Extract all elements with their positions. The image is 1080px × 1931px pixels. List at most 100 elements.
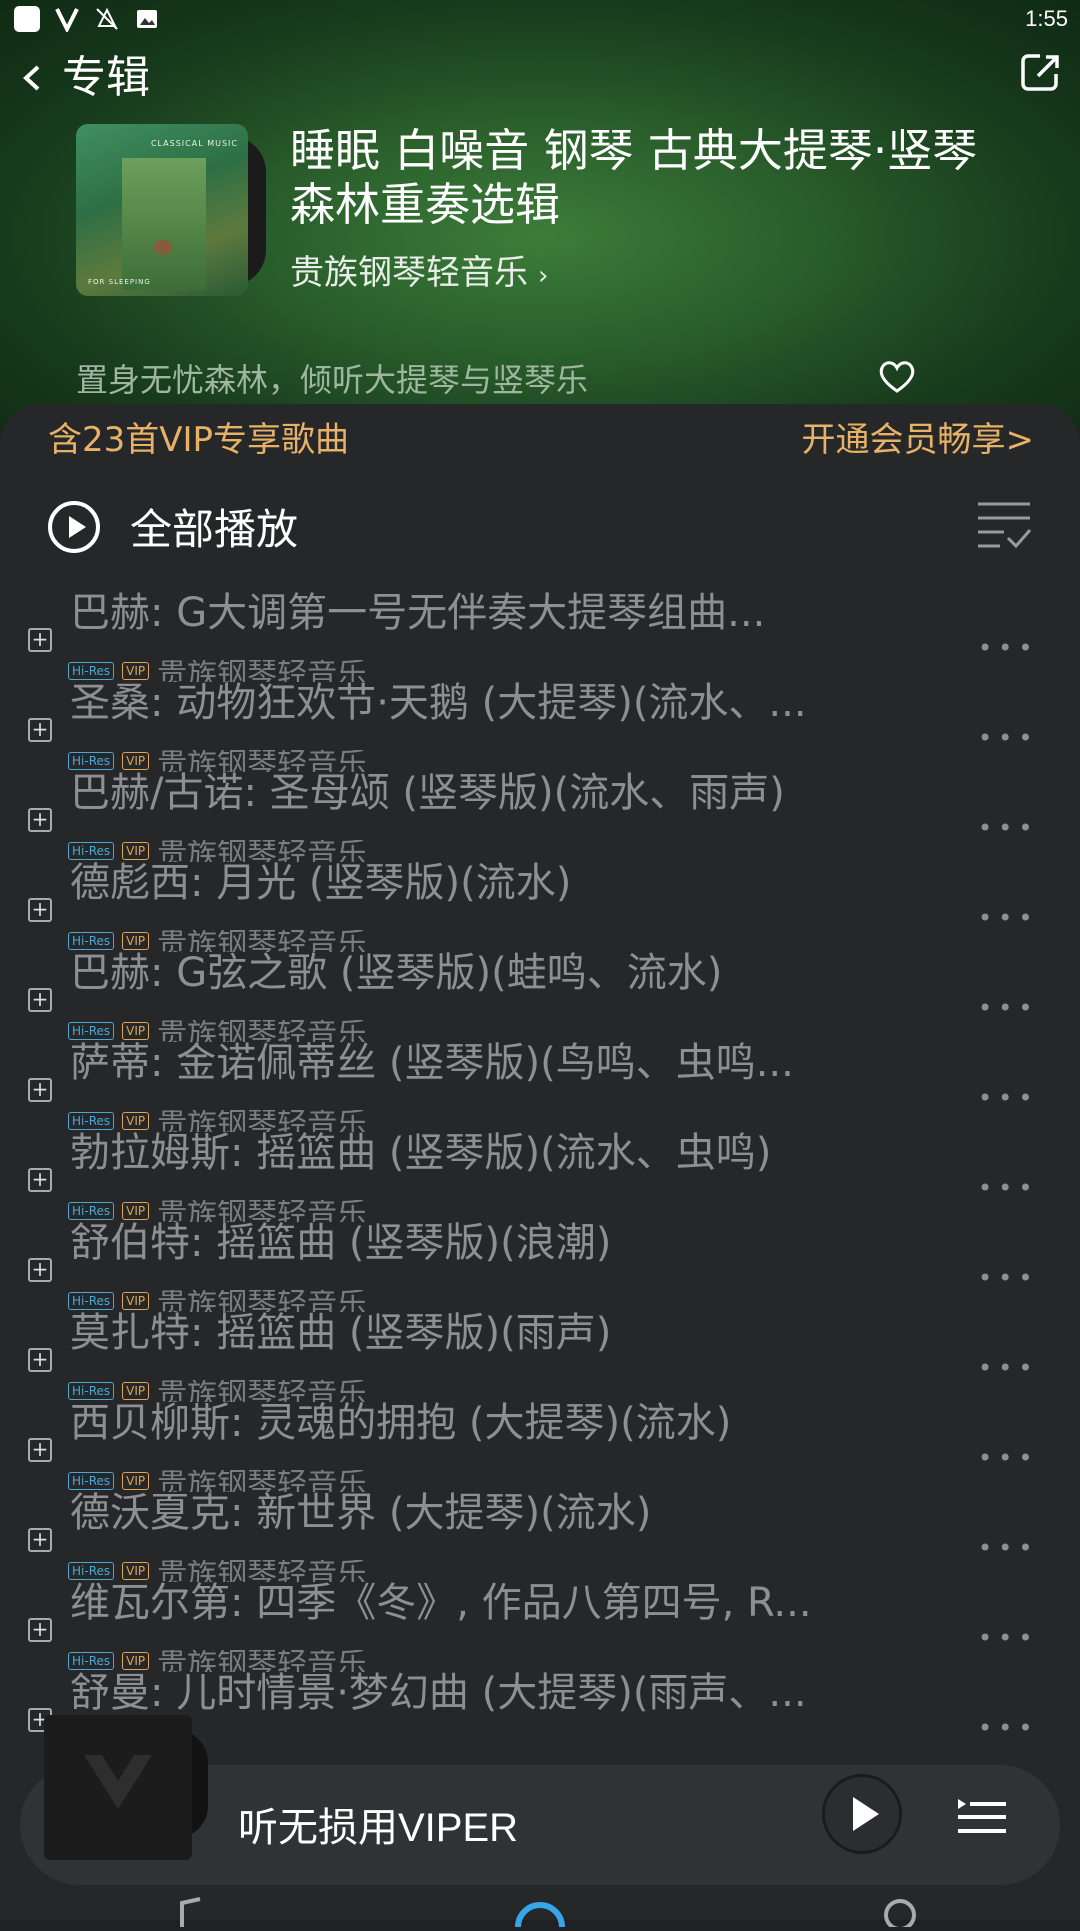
- hires-badge: Hi-Res: [68, 1292, 115, 1310]
- tab-profile[interactable]: [880, 1897, 920, 1931]
- vip-badge: VIP: [122, 1022, 150, 1040]
- add-song-button[interactable]: +: [28, 1618, 52, 1642]
- vip-badge: VIP: [122, 1292, 150, 1310]
- user-icon: [884, 1899, 916, 1931]
- player-queue-button[interactable]: [956, 1795, 1008, 1837]
- song-meta: Hi-Res VIP 贵族钢琴轻音乐: [68, 660, 367, 682]
- hires-badge: Hi-Res: [68, 1562, 115, 1580]
- vip-banner[interactable]: 含23首VIP专享歌曲 开通会员畅享>: [0, 404, 1080, 466]
- player-artwork[interactable]: [44, 1715, 192, 1860]
- more-options-button[interactable]: •••: [978, 1084, 1038, 1112]
- more-options-button[interactable]: •••: [978, 724, 1038, 752]
- bird-image: [154, 240, 172, 254]
- vip-badge: VIP: [122, 662, 150, 680]
- song-meta: Hi-Res VIP 贵族钢琴轻音乐: [68, 1290, 367, 1312]
- song-row[interactable]: + 巴赫: G大调第一号无伴奏大提琴组曲... ••• Hi-Res VIP 贵…: [0, 590, 1080, 682]
- album-artist: 贵族钢琴轻音乐: [290, 253, 528, 293]
- add-song-button[interactable]: +: [28, 718, 52, 742]
- vip-badge: VIP: [122, 1202, 150, 1220]
- tab-music[interactable]: [168, 1897, 208, 1927]
- vip-subscribe-link[interactable]: 开通会员畅享>: [802, 412, 1035, 461]
- play-all-button[interactable]: 全部播放: [48, 496, 298, 557]
- player-play-button[interactable]: [822, 1774, 902, 1854]
- more-options-button[interactable]: •••: [978, 994, 1038, 1022]
- hires-badge: Hi-Res: [68, 662, 115, 680]
- song-row[interactable]: + 莫扎特: 摇篮曲 (竖琴版)(雨声) ••• Hi-Res VIP 贵族钢琴…: [0, 1310, 1080, 1402]
- manage-list-button[interactable]: [974, 498, 1034, 552]
- hires-badge: Hi-Res: [68, 1022, 115, 1040]
- list-check-icon: [978, 502, 1032, 549]
- more-options-button[interactable]: •••: [978, 1444, 1038, 1472]
- add-song-button[interactable]: +: [28, 1438, 52, 1462]
- album-artist-link[interactable]: 贵族钢琴轻音乐 ›: [290, 245, 548, 294]
- hires-badge: Hi-Res: [68, 932, 115, 950]
- discover-icon: [515, 1902, 565, 1928]
- song-meta: Hi-Res VIP 贵族钢琴轻音乐: [68, 1020, 367, 1042]
- song-row[interactable]: + 德彪西: 月光 (竖琴版)(流水) ••• Hi-Res VIP 贵族钢琴轻…: [0, 860, 1080, 952]
- share-button[interactable]: [1018, 50, 1062, 94]
- song-meta: Hi-Res VIP 贵族钢琴轻音乐: [68, 1110, 367, 1132]
- tab-discover[interactable]: [514, 1897, 565, 1928]
- more-options-button[interactable]: •••: [978, 814, 1038, 842]
- add-song-button[interactable]: +: [28, 898, 52, 922]
- song-row[interactable]: + 圣桑: 动物狂欢节·天鹅 (大提琴)(流水、... ••• Hi-Res V…: [0, 680, 1080, 772]
- album-description[interactable]: 置身无忧森林，倾听大提琴与竖琴乐: [76, 355, 588, 401]
- bottom-tab-bar: [0, 1885, 1080, 1931]
- player-title: 听无损用VIPER: [238, 1806, 519, 1850]
- song-row[interactable]: + 勃拉姆斯: 摇篮曲 (竖琴版)(流水、虫鸣) ••• Hi-Res VIP …: [0, 1130, 1080, 1222]
- add-song-button[interactable]: +: [28, 1168, 52, 1192]
- song-artist: 贵族钢琴轻音乐: [157, 930, 368, 952]
- more-options-button[interactable]: •••: [978, 1264, 1038, 1292]
- cover-bottom-text: FOR SLEEPING: [88, 278, 151, 286]
- play-circle-icon: [48, 500, 100, 553]
- song-row[interactable]: + 德沃夏克: 新世界 (大提琴)(流水) ••• Hi-Res VIP 贵族钢…: [0, 1490, 1080, 1582]
- add-song-button[interactable]: +: [28, 1348, 52, 1372]
- song-meta: Hi-Res VIP 贵族钢琴轻音乐: [68, 1560, 367, 1582]
- add-song-button[interactable]: +: [28, 628, 52, 652]
- song-row[interactable]: + 巴赫: G弦之歌 (竖琴版)(蛙鸣、流水) ••• Hi-Res VIP 贵…: [0, 950, 1080, 1042]
- viper-logo-icon: [78, 1747, 158, 1817]
- status-bar: 1:55: [0, 0, 1080, 38]
- more-options-button[interactable]: •••: [978, 1714, 1038, 1742]
- add-song-button[interactable]: +: [28, 1078, 52, 1102]
- song-row[interactable]: + 维瓦尔第: 四季《冬》, 作品八第四号, R... ••• Hi-Res V…: [0, 1580, 1080, 1672]
- app-notification-icon: [14, 6, 40, 32]
- add-song-button[interactable]: +: [28, 1258, 52, 1282]
- song-title: 巴赫: G大调第一号无伴奏大提琴组曲...: [70, 590, 766, 636]
- more-options-button[interactable]: •••: [978, 634, 1038, 662]
- song-artist: 贵族钢琴轻音乐: [157, 1200, 368, 1222]
- back-button[interactable]: [18, 53, 48, 103]
- more-options-button[interactable]: •••: [978, 1174, 1038, 1202]
- song-row[interactable]: + 西贝柳斯: 灵魂的拥抱 (大提琴)(流水) ••• Hi-Res VIP 贵…: [0, 1400, 1080, 1492]
- add-song-button[interactable]: +: [28, 808, 52, 832]
- add-song-button[interactable]: +: [28, 988, 52, 1012]
- more-options-button[interactable]: •••: [978, 904, 1038, 932]
- hires-badge: Hi-Res: [68, 1472, 115, 1490]
- song-meta: Hi-Res VIP 贵族钢琴轻音乐: [68, 930, 367, 952]
- add-song-button[interactable]: +: [28, 1528, 52, 1552]
- hires-badge: Hi-Res: [68, 1652, 115, 1670]
- favorite-button[interactable]: [877, 358, 917, 394]
- song-row[interactable]: + 巴赫/古诺: 圣母颂 (竖琴版)(流水、雨声) ••• Hi-Res VIP…: [0, 770, 1080, 862]
- song-title: 巴赫: G弦之歌 (竖琴版)(蛙鸣、流水): [70, 950, 723, 996]
- song-title: 德沃夏克: 新世界 (大提琴)(流水): [70, 1490, 652, 1536]
- song-artist: 贵族钢琴轻音乐: [157, 1560, 368, 1582]
- more-options-button[interactable]: •••: [978, 1534, 1038, 1562]
- album-cover[interactable]: CLASSICAL MUSIC FOR SLEEPING: [76, 124, 248, 296]
- more-options-button[interactable]: •••: [978, 1624, 1038, 1652]
- song-title: 德彪西: 月光 (竖琴版)(流水): [70, 860, 572, 906]
- song-meta: Hi-Res VIP 贵族钢琴轻音乐: [68, 750, 367, 772]
- song-meta: Hi-Res VIP 贵族钢琴轻音乐: [68, 1380, 367, 1402]
- song-title: 舒伯特: 摇篮曲 (竖琴版)(浪潮): [70, 1220, 612, 1266]
- song-row[interactable]: + 舒伯特: 摇篮曲 (竖琴版)(浪潮) ••• Hi-Res VIP 贵族钢琴…: [0, 1220, 1080, 1312]
- vip-badge: VIP: [122, 1562, 150, 1580]
- song-title: 舒曼: 儿时情景·梦幻曲 (大提琴)(雨声、...: [70, 1670, 807, 1716]
- more-options-button[interactable]: •••: [978, 1354, 1038, 1382]
- page-title: 专辑: [62, 52, 150, 103]
- v-notification-icon: [54, 6, 80, 34]
- muted-notification-icon: [94, 6, 120, 32]
- song-title: 西贝柳斯: 灵魂的拥抱 (大提琴)(流水): [70, 1400, 732, 1446]
- vip-song-count: 含23首VIP专享歌曲: [48, 420, 350, 460]
- song-row[interactable]: + 萨蒂: 金诺佩蒂丝 (竖琴版)(鸟鸣、虫鸣... ••• Hi-Res VI…: [0, 1040, 1080, 1132]
- hires-badge: Hi-Res: [68, 1382, 115, 1400]
